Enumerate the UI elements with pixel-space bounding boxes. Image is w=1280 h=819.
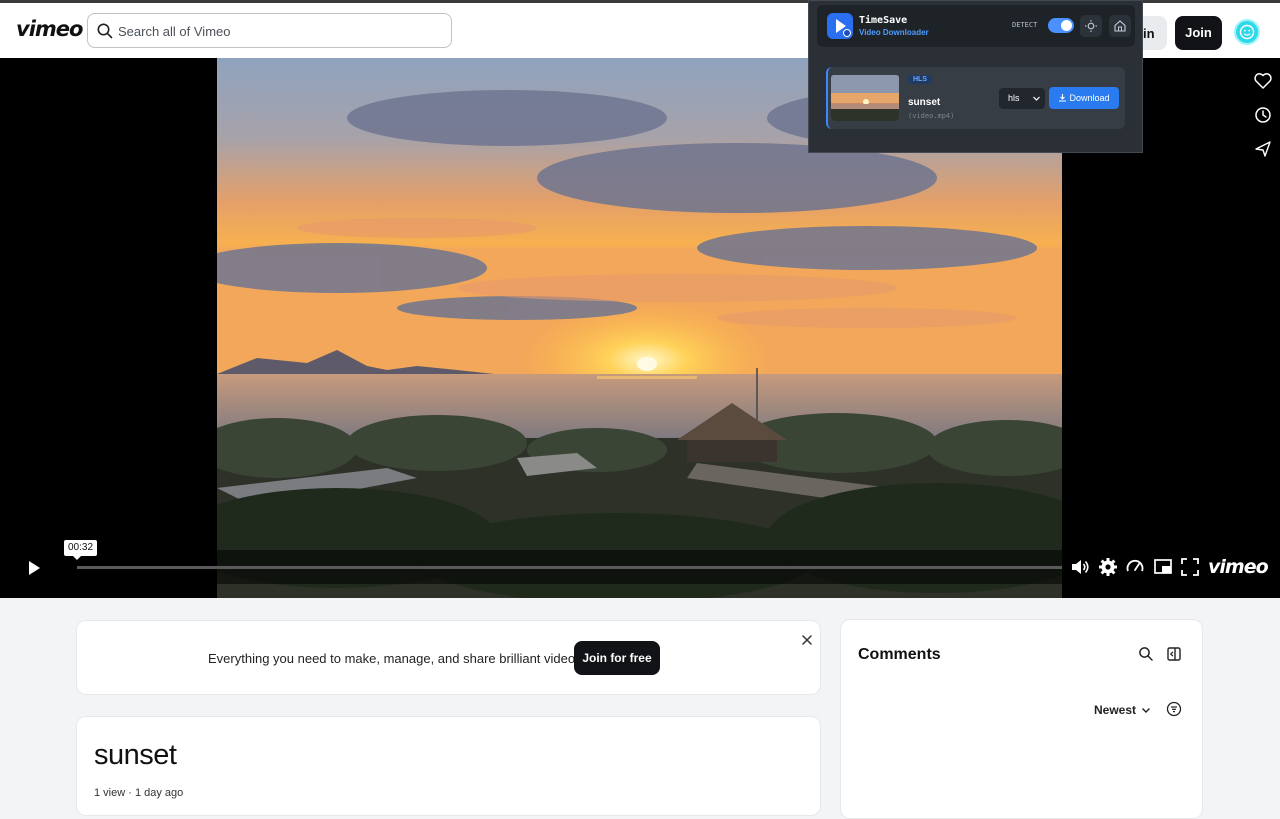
promo-banner: Everything you need to make, manage, and… bbox=[76, 620, 821, 695]
video-info-panel: sunset 1 view · 1 day ago bbox=[76, 716, 821, 816]
speed-icon[interactable] bbox=[1124, 556, 1146, 578]
search-icon bbox=[97, 23, 113, 39]
close-icon[interactable] bbox=[800, 633, 814, 647]
watch-later-icon[interactable] bbox=[1252, 104, 1274, 126]
panel-toggle-icon[interactable] bbox=[1166, 646, 1182, 662]
side-actions bbox=[1252, 70, 1274, 172]
pip-icon[interactable] bbox=[1152, 556, 1174, 578]
detect-toggle[interactable] bbox=[1048, 18, 1074, 33]
download-icon bbox=[1059, 94, 1067, 102]
format-select[interactable]: hls bbox=[999, 88, 1045, 109]
timesave-logo-icon bbox=[827, 13, 853, 39]
detected-video-filename: (video.mp4) bbox=[908, 112, 955, 120]
join-button[interactable]: Join bbox=[1175, 16, 1222, 50]
detected-video-title: sunset bbox=[908, 97, 941, 108]
sun-icon bbox=[1085, 20, 1097, 32]
fullscreen-icon[interactable] bbox=[1179, 556, 1201, 578]
download-button[interactable]: Download bbox=[1049, 87, 1119, 109]
home-button[interactable] bbox=[1109, 15, 1131, 37]
search-icon[interactable] bbox=[1138, 646, 1154, 662]
sort-dropdown[interactable]: Newest bbox=[1094, 703, 1136, 717]
search-input[interactable] bbox=[118, 20, 438, 42]
promo-text: Everything you need to make, manage, and… bbox=[208, 651, 586, 666]
timesave-extension-popup: TimeSave Video Downloader DETECT HLS sun… bbox=[808, 0, 1143, 153]
theme-button[interactable] bbox=[1080, 15, 1102, 37]
format-badge: HLS bbox=[908, 75, 932, 84]
detected-video-card: HLS sunset (video.mp4) hls Download bbox=[826, 67, 1125, 129]
format-select-value: hls bbox=[1008, 93, 1020, 103]
extension-header: TimeSave Video Downloader DETECT bbox=[817, 5, 1135, 47]
detect-label: DETECT bbox=[1012, 21, 1038, 29]
avatar[interactable] bbox=[1234, 19, 1260, 45]
volume-icon[interactable] bbox=[1069, 556, 1091, 578]
smiley-icon bbox=[1239, 24, 1255, 40]
comments-panel: Comments Newest bbox=[840, 619, 1203, 819]
like-icon[interactable] bbox=[1252, 70, 1274, 92]
join-for-free-button[interactable]: Join for free bbox=[574, 641, 660, 675]
chevron-down-icon[interactable] bbox=[1140, 704, 1152, 716]
vimeo-logo[interactable]: vimeo bbox=[16, 17, 83, 41]
extension-name: TimeSave bbox=[859, 15, 908, 26]
view-count: 1 view bbox=[94, 787, 126, 799]
comments-title: Comments bbox=[858, 646, 941, 663]
settings-icon[interactable] bbox=[1097, 556, 1119, 578]
home-icon bbox=[1114, 20, 1126, 32]
vimeo-player-logo[interactable]: vimeo bbox=[1208, 556, 1269, 578]
filter-icon[interactable] bbox=[1166, 701, 1182, 717]
video-meta: 1 view · 1 day ago bbox=[94, 787, 184, 799]
extension-subtitle: Video Downloader bbox=[859, 28, 929, 37]
toggle-knob bbox=[1061, 20, 1072, 31]
player-controls: 00:32 vimeo bbox=[0, 540, 1280, 598]
video-thumbnail bbox=[831, 75, 899, 121]
share-icon[interactable] bbox=[1252, 138, 1274, 160]
upload-age: 1 day ago bbox=[134, 787, 184, 799]
video-title: sunset bbox=[94, 739, 177, 771]
search-box[interactable] bbox=[87, 13, 452, 48]
play-icon[interactable] bbox=[24, 558, 44, 578]
progress-bar[interactable] bbox=[77, 566, 1062, 569]
download-label: Download bbox=[1069, 93, 1110, 103]
current-time-tooltip: 00:32 bbox=[64, 540, 98, 560]
chevron-down-icon bbox=[1033, 96, 1040, 101]
